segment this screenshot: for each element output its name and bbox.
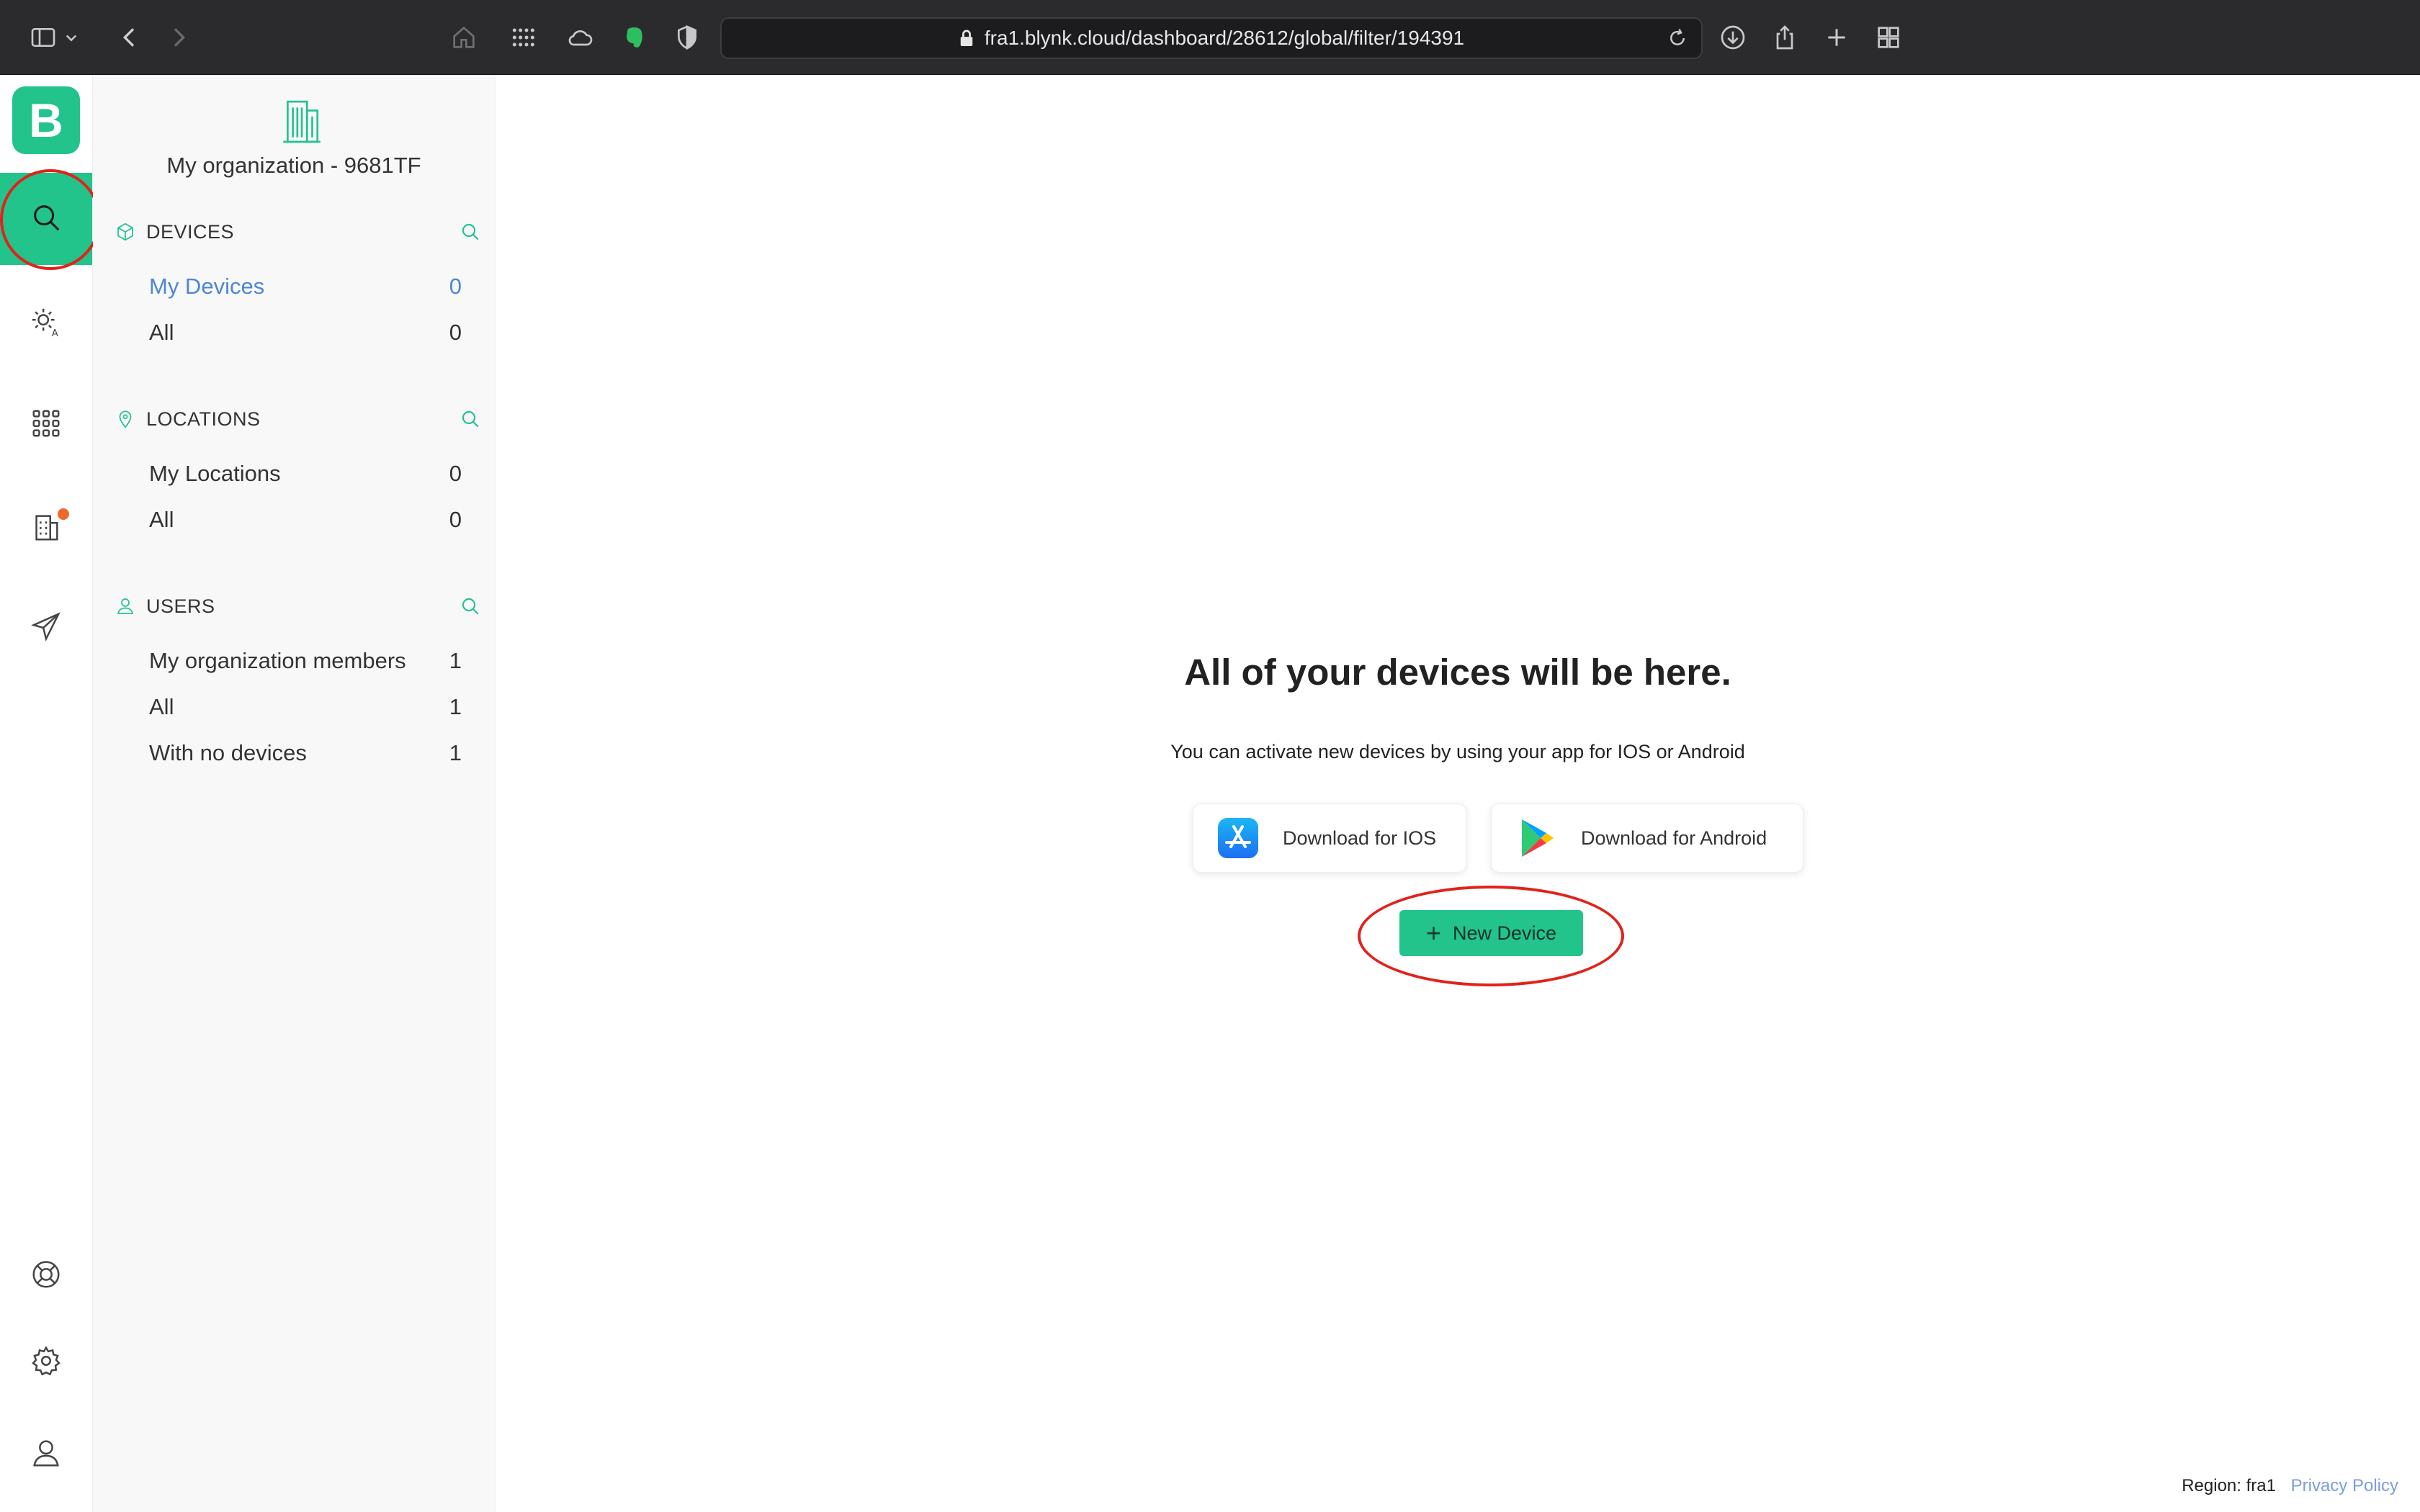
chevron-down-icon[interactable] (60, 19, 82, 56)
svg-text:A: A (52, 328, 59, 339)
sidebar-item-all-users[interactable]: All 1 (149, 689, 462, 725)
help-nav-button[interactable] (0, 1230, 92, 1322)
users-section-header: USERS (115, 592, 489, 621)
lifebuoy-icon (30, 1258, 63, 1295)
item-count: 0 (449, 461, 462, 486)
cloud-icon[interactable] (562, 19, 599, 56)
item-label: All (149, 320, 174, 345)
region-label: Region: fra1 (2182, 1476, 2276, 1495)
sidebar-toggle-icon[interactable] (24, 19, 62, 56)
footer: Region: fra1 Privacy Policy (2182, 1476, 2398, 1496)
blynk-logo[interactable]: B (12, 86, 80, 154)
section-title: DEVICES (146, 220, 235, 243)
sidebar-item-organization-members[interactable]: My organization members 1 (149, 643, 462, 679)
tab-overview-icon[interactable] (1870, 19, 1907, 56)
android-button-label: Download for Android (1581, 827, 1767, 849)
sidebar-item-my-locations[interactable]: My Locations 0 (149, 456, 462, 492)
item-label: My Devices (149, 274, 265, 299)
organizations-nav-button[interactable] (0, 482, 92, 575)
reload-icon[interactable] (1664, 24, 1691, 52)
evernote-icon[interactable] (615, 19, 653, 56)
profile-nav-button[interactable] (0, 1408, 92, 1500)
devices-search-icon[interactable] (459, 220, 482, 243)
search-nav-button[interactable] (0, 173, 92, 265)
locations-search-icon[interactable] (459, 408, 482, 431)
item-count: 1 (449, 694, 462, 719)
item-label: My Locations (149, 461, 281, 486)
settings-nav-button[interactable] (0, 1316, 92, 1408)
shield-icon[interactable] (668, 19, 706, 56)
user-icon (30, 1436, 63, 1473)
automation-nav-button[interactable]: A (0, 278, 92, 370)
ios-button-label: Download for IOS (1283, 827, 1437, 849)
new-tab-icon[interactable] (1818, 19, 1855, 56)
download-android-button[interactable]: Download for Android (1491, 804, 1803, 873)
users-search-icon[interactable] (459, 595, 482, 618)
sidebar-item-all-devices[interactable]: All 0 (149, 315, 462, 351)
locations-section-header: LOCATIONS (115, 405, 489, 433)
download-icon[interactable] (1714, 19, 1752, 56)
section-title: LOCATIONS (146, 408, 261, 430)
empty-state-subtitle: You can activate new devices by using yo… (1170, 741, 1745, 762)
empty-state-title: All of your devices will be here. (1184, 652, 1731, 693)
messages-nav-button[interactable] (0, 582, 92, 674)
item-count: 1 (449, 740, 462, 765)
new-device-button[interactable]: + New Device (1399, 910, 1583, 956)
organization-building-icon (279, 96, 323, 145)
back-icon[interactable] (111, 19, 148, 56)
item-count: 1 (449, 648, 462, 673)
privacy-policy-link[interactable]: Privacy Policy (2291, 1476, 2398, 1495)
google-play-icon (1515, 816, 1558, 860)
filter-sidebar: My organization - 9681TF DEVICES My Devi… (93, 75, 496, 1512)
location-pin-icon (115, 408, 136, 430)
main-content: All of your devices will be here. You ca… (496, 75, 2420, 1512)
left-rail: B A (0, 75, 101, 1512)
item-label: All (149, 694, 174, 719)
paper-plane-icon (30, 610, 63, 647)
forward-icon[interactable] (160, 19, 197, 56)
lock-icon (959, 29, 974, 48)
organization-name[interactable]: My organization - 9681TF (93, 153, 495, 179)
sun-automation-icon: A (30, 306, 63, 343)
item-label: With no devices (149, 740, 307, 765)
grid-icon (30, 407, 63, 444)
item-label: My organization members (149, 648, 406, 673)
share-icon[interactable] (1766, 19, 1803, 56)
user-outline-icon (115, 595, 136, 617)
item-label: All (149, 507, 174, 532)
devices-section-header: DEVICES (115, 217, 489, 246)
cube-icon (115, 221, 136, 243)
gear-icon (30, 1344, 63, 1381)
app-store-icon (1216, 816, 1260, 860)
apps-nav-button[interactable] (0, 379, 92, 471)
apps-grid-icon[interactable] (504, 19, 542, 56)
plus-icon: + (1425, 918, 1441, 948)
new-device-label: New Device (1452, 922, 1557, 944)
sidebar-item-users-no-devices[interactable]: With no devices 1 (149, 735, 462, 771)
url-text: fra1.blynk.cloud/dashboard/28612/global/… (984, 27, 1465, 49)
sidebar-item-all-locations[interactable]: All 0 (149, 502, 462, 538)
item-count: 0 (449, 320, 462, 345)
section-title: USERS (146, 595, 215, 617)
item-count: 0 (449, 507, 462, 532)
browser-toolbar: fra1.blynk.cloud/dashboard/28612/global/… (0, 0, 2420, 75)
item-count: 0 (449, 274, 462, 299)
home-icon[interactable] (445, 19, 483, 56)
search-icon (30, 201, 63, 238)
sidebar-item-my-devices[interactable]: My Devices 0 (149, 269, 462, 305)
address-bar[interactable]: fra1.blynk.cloud/dashboard/28612/global/… (720, 17, 1703, 59)
notification-dot (58, 508, 69, 520)
download-ios-button[interactable]: Download for IOS (1193, 804, 1466, 873)
